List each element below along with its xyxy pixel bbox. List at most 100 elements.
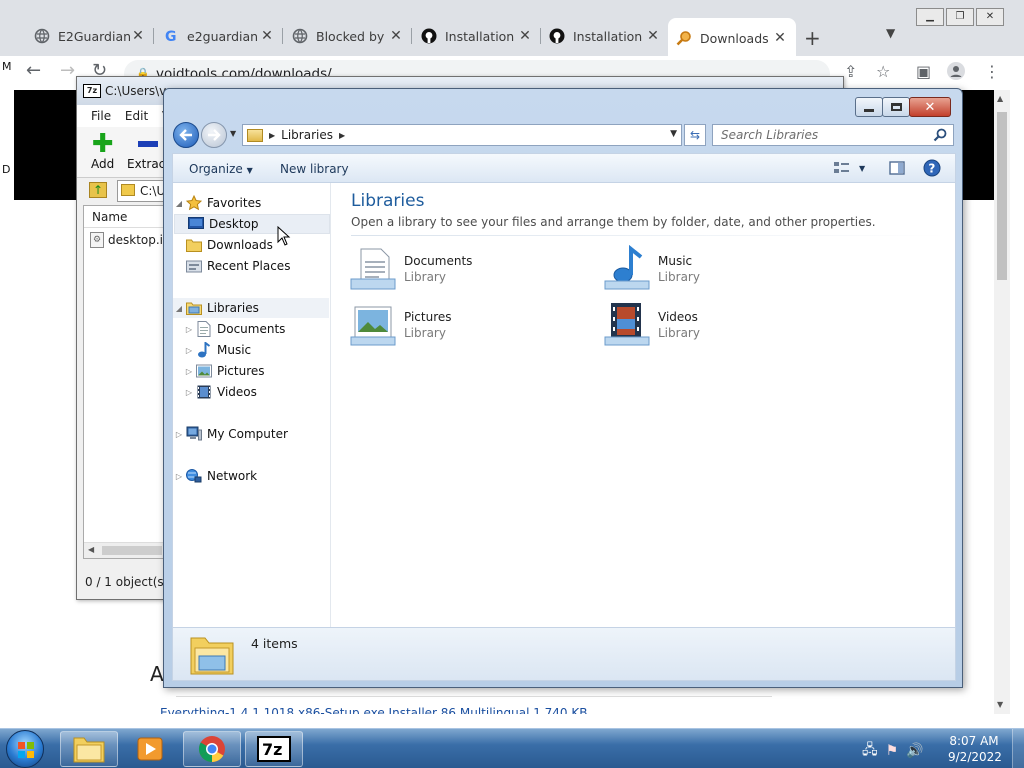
close-tab-icon[interactable]: ✕: [259, 28, 275, 44]
close-tab-icon[interactable]: ✕: [130, 28, 146, 44]
library-documents[interactable]: Documents Library: [348, 244, 568, 294]
show-desktop-button[interactable]: [1012, 729, 1024, 768]
nav-recent-places[interactable]: Recent Places: [173, 256, 329, 276]
nav-desktop[interactable]: Desktop: [174, 214, 330, 234]
bookmark-star-icon[interactable]: ☆: [876, 62, 890, 81]
close-tab-icon[interactable]: ✕: [772, 30, 788, 46]
7zip-logo-icon: 7z: [83, 84, 101, 98]
taskbar-7zip-button[interactable]: 7z: [245, 731, 303, 767]
tab-downloads[interactable]: Downloads ✕: [668, 18, 796, 56]
scroll-thumb[interactable]: [997, 112, 1007, 280]
details-pane: 4 items: [172, 627, 956, 681]
scroll-down-icon[interactable]: ▼: [997, 700, 1003, 709]
maximize-icon[interactable]: ❐: [946, 8, 974, 26]
maximize-icon[interactable]: [882, 97, 910, 117]
side-panel-icon[interactable]: ▣: [916, 62, 931, 81]
file-row[interactable]: ⚙ desktop.ini: [90, 232, 174, 248]
system-clock[interactable]: 8:07 AM 9/2/2022: [948, 733, 1002, 765]
scroll-left-icon[interactable]: ◀: [88, 545, 94, 554]
action-center-icon[interactable]: ⚑: [886, 743, 899, 759]
tab-installation-2[interactable]: Installation ✕: [541, 22, 669, 50]
minimize-icon[interactable]: [855, 97, 883, 117]
nav-pictures[interactable]: ▷ Pictures: [183, 361, 329, 381]
globe-icon: [292, 28, 308, 44]
library-videos[interactable]: Videos Library: [602, 300, 822, 350]
nav-videos[interactable]: ▷ Videos: [183, 382, 329, 402]
tab-search-chevron-icon[interactable]: ▼: [886, 26, 895, 40]
download-row-fragment[interactable]: Everything-1.4.1.1018.x86-Setup.exe Inst…: [160, 706, 760, 714]
tab-e2guardian[interactable]: E2Guardian ✕: [26, 22, 154, 50]
change-view-icon[interactable]: [833, 160, 851, 179]
expand-arrow-icon[interactable]: ▷: [183, 388, 195, 397]
nav-favorites[interactable]: ◢ Favorites: [173, 193, 329, 213]
explorer-window: ✕ ▼ ▶ Libraries ▶ ▼ ⇆ Search Libraries O…: [163, 88, 963, 688]
forward-arrow-icon[interactable]: →: [60, 60, 75, 81]
scroll-up-icon[interactable]: ▲: [997, 94, 1003, 103]
breadcrumb-chevron-icon[interactable]: ▶: [339, 131, 345, 140]
expand-arrow-icon[interactable]: ▷: [183, 367, 195, 376]
new-library-button[interactable]: New library: [280, 162, 349, 176]
breadcrumb-libraries[interactable]: Libraries: [281, 128, 333, 142]
music-icon: [195, 342, 213, 358]
voidtools-search-icon: [676, 30, 692, 46]
profile-avatar-icon[interactable]: [947, 62, 965, 84]
back-arrow-icon[interactable]: [173, 122, 199, 148]
network-tray-icon[interactable]: 🖧: [862, 739, 878, 763]
view-options-chevron-icon[interactable]: ▼: [859, 164, 865, 173]
expand-arrow-icon[interactable]: ▷: [173, 430, 185, 439]
close-icon[interactable]: ✕: [976, 8, 1004, 26]
chrome-caption-buttons: ▁ ❐ ✕: [916, 8, 1006, 26]
forward-arrow-icon[interactable]: [201, 122, 227, 148]
library-pictures[interactable]: Pictures Library: [348, 300, 568, 350]
nav-music[interactable]: ▷ Music: [183, 340, 329, 360]
menu-edit[interactable]: Edit: [125, 109, 148, 123]
help-icon[interactable]: ?: [923, 159, 941, 180]
svg-text:G: G: [165, 29, 177, 44]
nav-libraries[interactable]: ◢ Libraries: [173, 298, 329, 318]
breadcrumb-chevron-icon[interactable]: ▶: [269, 131, 275, 140]
nav-downloads[interactable]: Downloads: [173, 235, 329, 255]
share-icon[interactable]: ⇪: [844, 62, 857, 81]
taskbar-explorer-button[interactable]: [60, 731, 118, 767]
organize-button[interactable]: Organize ▼: [189, 162, 253, 176]
nav-my-computer[interactable]: ▷ My Computer: [173, 424, 329, 444]
desktop-icon: [187, 216, 205, 232]
new-tab-button[interactable]: +: [804, 26, 821, 50]
menu-file[interactable]: File: [91, 109, 111, 123]
close-tab-icon[interactable]: ✕: [388, 28, 404, 44]
taskbar-chrome-button[interactable]: [183, 731, 241, 767]
preview-pane-icon[interactable]: [889, 160, 905, 179]
expand-arrow-icon[interactable]: ▷: [183, 325, 195, 334]
collapse-arrow-icon[interactable]: ◢: [173, 199, 185, 208]
volume-icon[interactable]: 🔊: [906, 743, 923, 759]
expand-arrow-icon[interactable]: ▷: [183, 346, 195, 355]
minimize-icon[interactable]: ▁: [916, 8, 944, 26]
library-music[interactable]: Music Library: [602, 244, 822, 294]
tab-e2guardian-search[interactable]: G e2guardian ✕: [155, 22, 283, 50]
kebab-menu-icon[interactable]: ⋮: [984, 62, 1000, 81]
collapse-arrow-icon[interactable]: ◢: [173, 304, 185, 313]
tab-installation-1[interactable]: Installation ✕: [413, 22, 541, 50]
start-button[interactable]: [6, 730, 44, 768]
tab-blocked[interactable]: Blocked by ✕: [284, 22, 412, 50]
close-tab-icon[interactable]: ✕: [517, 28, 533, 44]
add-button[interactable]: ✚ Add: [91, 131, 114, 171]
address-dropdown-icon[interactable]: ▼: [670, 129, 677, 139]
search-input[interactable]: Search Libraries: [712, 124, 954, 146]
back-arrow-icon[interactable]: ←: [26, 60, 41, 81]
up-folder-icon[interactable]: ↑: [89, 182, 107, 198]
close-tab-icon[interactable]: ✕: [645, 28, 661, 44]
explorer-nav-bar: ▼ ▶ Libraries ▶ ▼ ⇆ Search Libraries: [172, 121, 956, 149]
recent-pages-chevron-icon[interactable]: ▼: [230, 129, 236, 138]
chrome-icon: [198, 736, 225, 763]
refresh-icon[interactable]: ⇆: [684, 124, 706, 146]
explorer-address-bar[interactable]: ▶ Libraries ▶ ▼: [242, 124, 682, 146]
taskbar-media-player-button[interactable]: [121, 731, 179, 767]
search-icon[interactable]: [933, 128, 947, 148]
scroll-thumb[interactable]: [102, 546, 162, 555]
page-scrollbar[interactable]: ▲ ▼: [994, 90, 1010, 714]
close-icon[interactable]: ✕: [909, 97, 951, 117]
nav-network[interactable]: ▷ Network: [173, 466, 329, 486]
expand-arrow-icon[interactable]: ▷: [173, 472, 185, 481]
nav-documents[interactable]: ▷ Documents: [183, 319, 329, 339]
